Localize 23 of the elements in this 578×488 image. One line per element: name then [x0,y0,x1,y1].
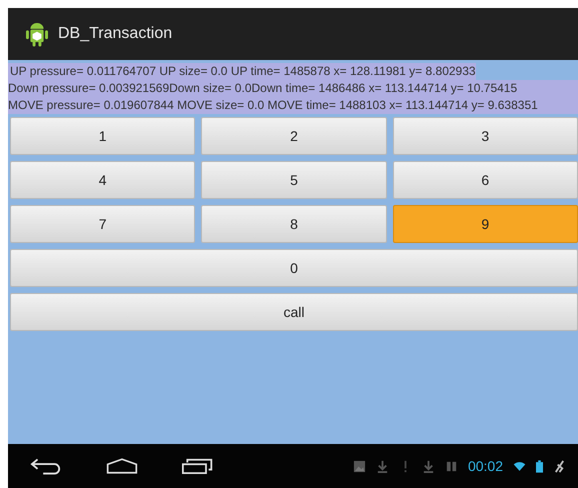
keypad-button[interactable]: 7 [10,205,196,243]
keypad-button[interactable]: 5 [201,161,387,199]
android-robot-icon [26,20,48,48]
home-icon[interactable] [106,457,138,475]
wifi-icon [513,460,526,472]
app-title: DB_Transaction [58,25,172,43]
download-icon [422,460,435,472]
keypad-button[interactable]: 0 [10,249,578,287]
recent-apps-icon[interactable] [182,457,214,475]
keypad-button[interactable]: 4 [10,161,196,199]
battery-icon [536,460,543,472]
download-icon [376,460,389,472]
back-icon[interactable] [30,457,62,475]
keypad-button[interactable]: 6 [392,161,578,199]
keypad-button[interactable]: 8 [201,205,387,243]
keypad-button[interactable]: 2 [201,117,387,155]
picture-icon [352,460,366,472]
keypad-button[interactable]: 3 [392,117,578,155]
clock-time: 00:02 [468,458,503,474]
keypad-button[interactable]: call [10,293,578,331]
keypad-button[interactable]: 1 [10,117,196,155]
keypad-button[interactable]: 9 [392,205,578,243]
notification-icon [444,460,458,472]
